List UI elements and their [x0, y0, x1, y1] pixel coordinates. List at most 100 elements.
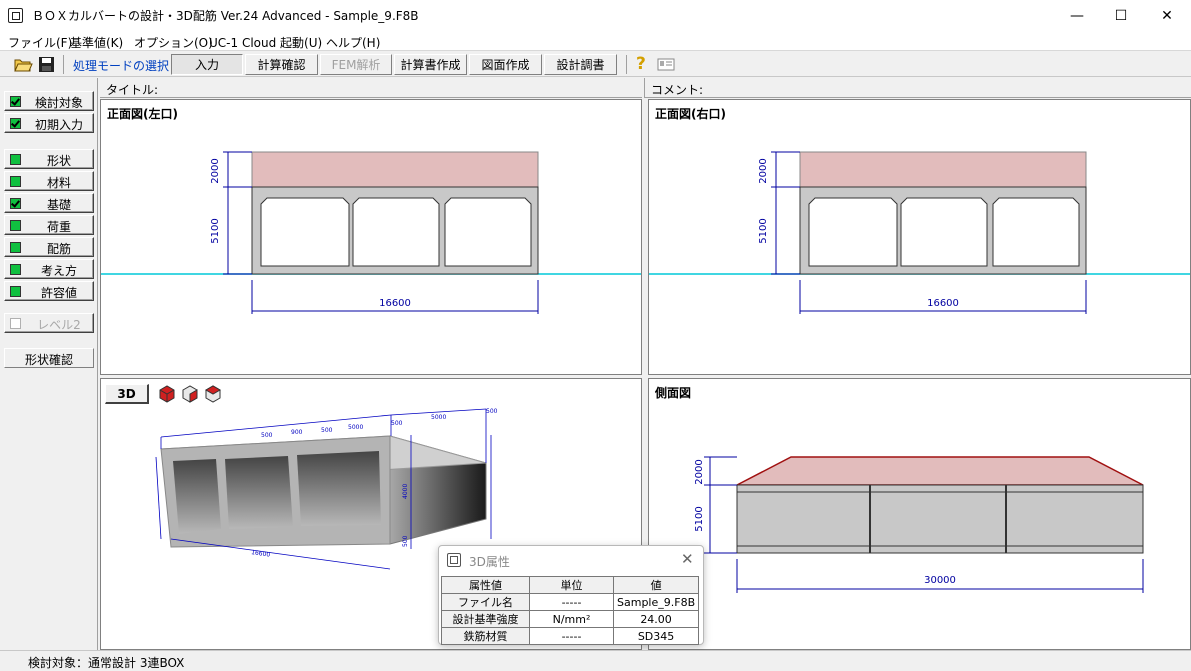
- status-bar: 検討対象：通常設計 3連BOX: [0, 650, 1191, 670]
- menu-bar: ファイル(F) 基準値(K) オプション(O) UC-1 Cloud 起動(U)…: [0, 31, 1191, 51]
- cell-1: [260, 197, 350, 267]
- menu-uc1-cloud[interactable]: UC-1 Cloud 起動(U): [209, 34, 322, 51]
- dim-width-text: 16600: [927, 298, 959, 309]
- table-cell: ファイル名: [441, 593, 530, 611]
- soil-cover: [799, 151, 1087, 188]
- sidebar-item-approach[interactable]: 考え方: [4, 259, 94, 279]
- sidebar-item-label: 考え方: [40, 264, 77, 278]
- dim-cover-text: 2000: [758, 158, 769, 183]
- left-panel: 検討対象 初期入力 形状 材料 基礎 荷重 配筋 考え方 許容値 レベル2 形状…: [0, 78, 98, 650]
- table-header-cell: 値: [612, 576, 700, 594]
- soil-cover: [736, 456, 1144, 486]
- dim-3d-label: 16600: [251, 549, 271, 559]
- cell-2: [352, 197, 440, 267]
- sidebar-item-label: 初期入力: [34, 118, 83, 132]
- dim-3d-label: 500: [402, 535, 409, 547]
- close-button[interactable]: ✕: [1144, 0, 1190, 31]
- sidebar-item-allowable[interactable]: 許容値: [4, 281, 94, 301]
- checkbox-icon: [10, 198, 21, 209]
- sidebar-item-label: レベル2: [37, 318, 81, 332]
- front-right-drawing: 2000 5100 16600: [649, 151, 1190, 314]
- help-icon[interactable]: ?: [636, 54, 646, 74]
- sidebar-item-label: 配筋: [46, 242, 71, 256]
- dialog-app-icon: [447, 553, 461, 567]
- menu-options[interactable]: オプション(O): [134, 34, 213, 51]
- status-indicator-icon: [10, 176, 21, 187]
- toolbar-separator: [63, 55, 64, 74]
- dim-3d-label: 500: [321, 427, 333, 434]
- save-icon[interactable]: [37, 55, 57, 74]
- dim-3d-label: 5000: [348, 424, 363, 431]
- sidebar-item-label: 基礎: [46, 198, 71, 212]
- shape-check-button[interactable]: 形状確認: [4, 348, 94, 368]
- sidebar-item-rebar[interactable]: 配筋: [4, 237, 94, 257]
- window-title: ＢＯＸカルバートの設計・3D配筋 Ver.24 Advanced - Sampl…: [32, 9, 419, 23]
- sidebar-item-level2[interactable]: レベル2: [4, 313, 94, 333]
- app-icon: [8, 8, 23, 23]
- dim-cover-text: 2000: [694, 459, 705, 484]
- dim-3d-label: 500: [261, 432, 273, 439]
- cell-3: [444, 197, 532, 267]
- mode-design-sheet-button[interactable]: 設計調書: [544, 54, 617, 75]
- sidebar-item-label: 許容値: [40, 286, 77, 300]
- mode-drawing-button[interactable]: 図面作成: [469, 54, 542, 75]
- dim-3d-label: 500: [391, 420, 403, 427]
- mode-input-button[interactable]: 入力: [171, 54, 243, 75]
- dim-wall-text: 5100: [758, 218, 769, 243]
- sidebar-item-label: 形状: [46, 154, 71, 168]
- table-cell: 鉄筋材質: [441, 627, 530, 645]
- table-cell: Sample_9.F8B: [612, 593, 700, 611]
- cell-1: [808, 197, 898, 267]
- dim-cover-text: 2000: [210, 158, 221, 183]
- toolbar-separator: [626, 55, 627, 74]
- sidebar-item-material[interactable]: 材料: [4, 171, 94, 191]
- table-header-cell: 属性値: [441, 576, 530, 594]
- status-indicator-icon: [10, 242, 21, 253]
- sidebar-item-load[interactable]: 荷重: [4, 215, 94, 235]
- sidebar-item-foundation[interactable]: 基礎: [4, 193, 94, 213]
- toolbar: 処理モードの選択 入力 計算確認 FEM解析 計算書作成 図面作成 設計調書 ?: [0, 52, 1191, 77]
- table-row: 鉄筋材質 ----- SD345: [441, 627, 700, 645]
- dim-3d-label: 4000: [402, 484, 409, 499]
- sidebar-item-shape[interactable]: 形状: [4, 149, 94, 169]
- menu-help[interactable]: ヘルプ(H): [326, 34, 380, 51]
- dim-wall-text: 5100: [694, 506, 705, 531]
- status-indicator-icon: [10, 286, 21, 297]
- maximize-button[interactable]: ☐: [1098, 0, 1144, 31]
- minimize-button[interactable]: —: [1054, 0, 1100, 31]
- front-right-view: 正面図(右口) 2000 5100 16600: [648, 99, 1191, 375]
- status-text: 検討対象：通常設計 3連BOX: [28, 656, 185, 670]
- title-header: タイトル:: [100, 78, 642, 98]
- title-header-label: タイトル:: [106, 83, 159, 97]
- comment-header-label: コメント:: [651, 83, 704, 97]
- mode-report-button[interactable]: 計算書作成: [394, 54, 467, 75]
- table-cell: 設計基準強度: [441, 610, 530, 628]
- table-header-cell: 単位: [529, 576, 614, 594]
- cell-2: [225, 456, 293, 529]
- table-cell: 24.00: [612, 610, 700, 628]
- mode-fem-button[interactable]: FEM解析: [320, 54, 392, 75]
- sidebar-item-target[interactable]: 検討対象: [4, 91, 94, 111]
- attributes-table: 属性値 単位 値 ファイル名 ----- Sample_9.F8B 設計基準強度…: [441, 576, 700, 645]
- dim-3d-label: 500: [486, 408, 498, 415]
- mode-calc-check-button[interactable]: 計算確認: [245, 54, 318, 75]
- title-bar: ＢＯＸカルバートの設計・3D配筋 Ver.24 Advanced - Sampl…: [0, 0, 1191, 31]
- table-cell: N/mm²: [529, 610, 614, 628]
- id-card-icon[interactable]: [656, 55, 676, 74]
- checkbox-icon: [10, 318, 21, 329]
- soil-cover: [251, 151, 539, 188]
- sidebar-item-initial-input[interactable]: 初期入力: [4, 113, 94, 133]
- open-folder-icon[interactable]: [13, 55, 33, 74]
- sidebar-item-label: 荷重: [46, 220, 71, 234]
- front-left-view: 正面図(左口) 2000 5100 16600: [100, 99, 642, 375]
- comment-header: コメント:: [644, 78, 1191, 98]
- status-indicator-icon: [10, 220, 21, 231]
- menu-standard[interactable]: 基準値(K): [70, 34, 123, 51]
- checkbox-icon: [10, 118, 21, 129]
- side-drawing: 2000 5100 30000: [694, 456, 1144, 593]
- side-view: 側面図 2000 5100 30000: [648, 378, 1191, 650]
- table-header-row: 属性値 単位 値: [441, 576, 700, 594]
- menu-file[interactable]: ファイル(F): [8, 34, 72, 51]
- dialog-close-icon[interactable]: ✕: [681, 550, 694, 568]
- box-body: [736, 484, 1144, 554]
